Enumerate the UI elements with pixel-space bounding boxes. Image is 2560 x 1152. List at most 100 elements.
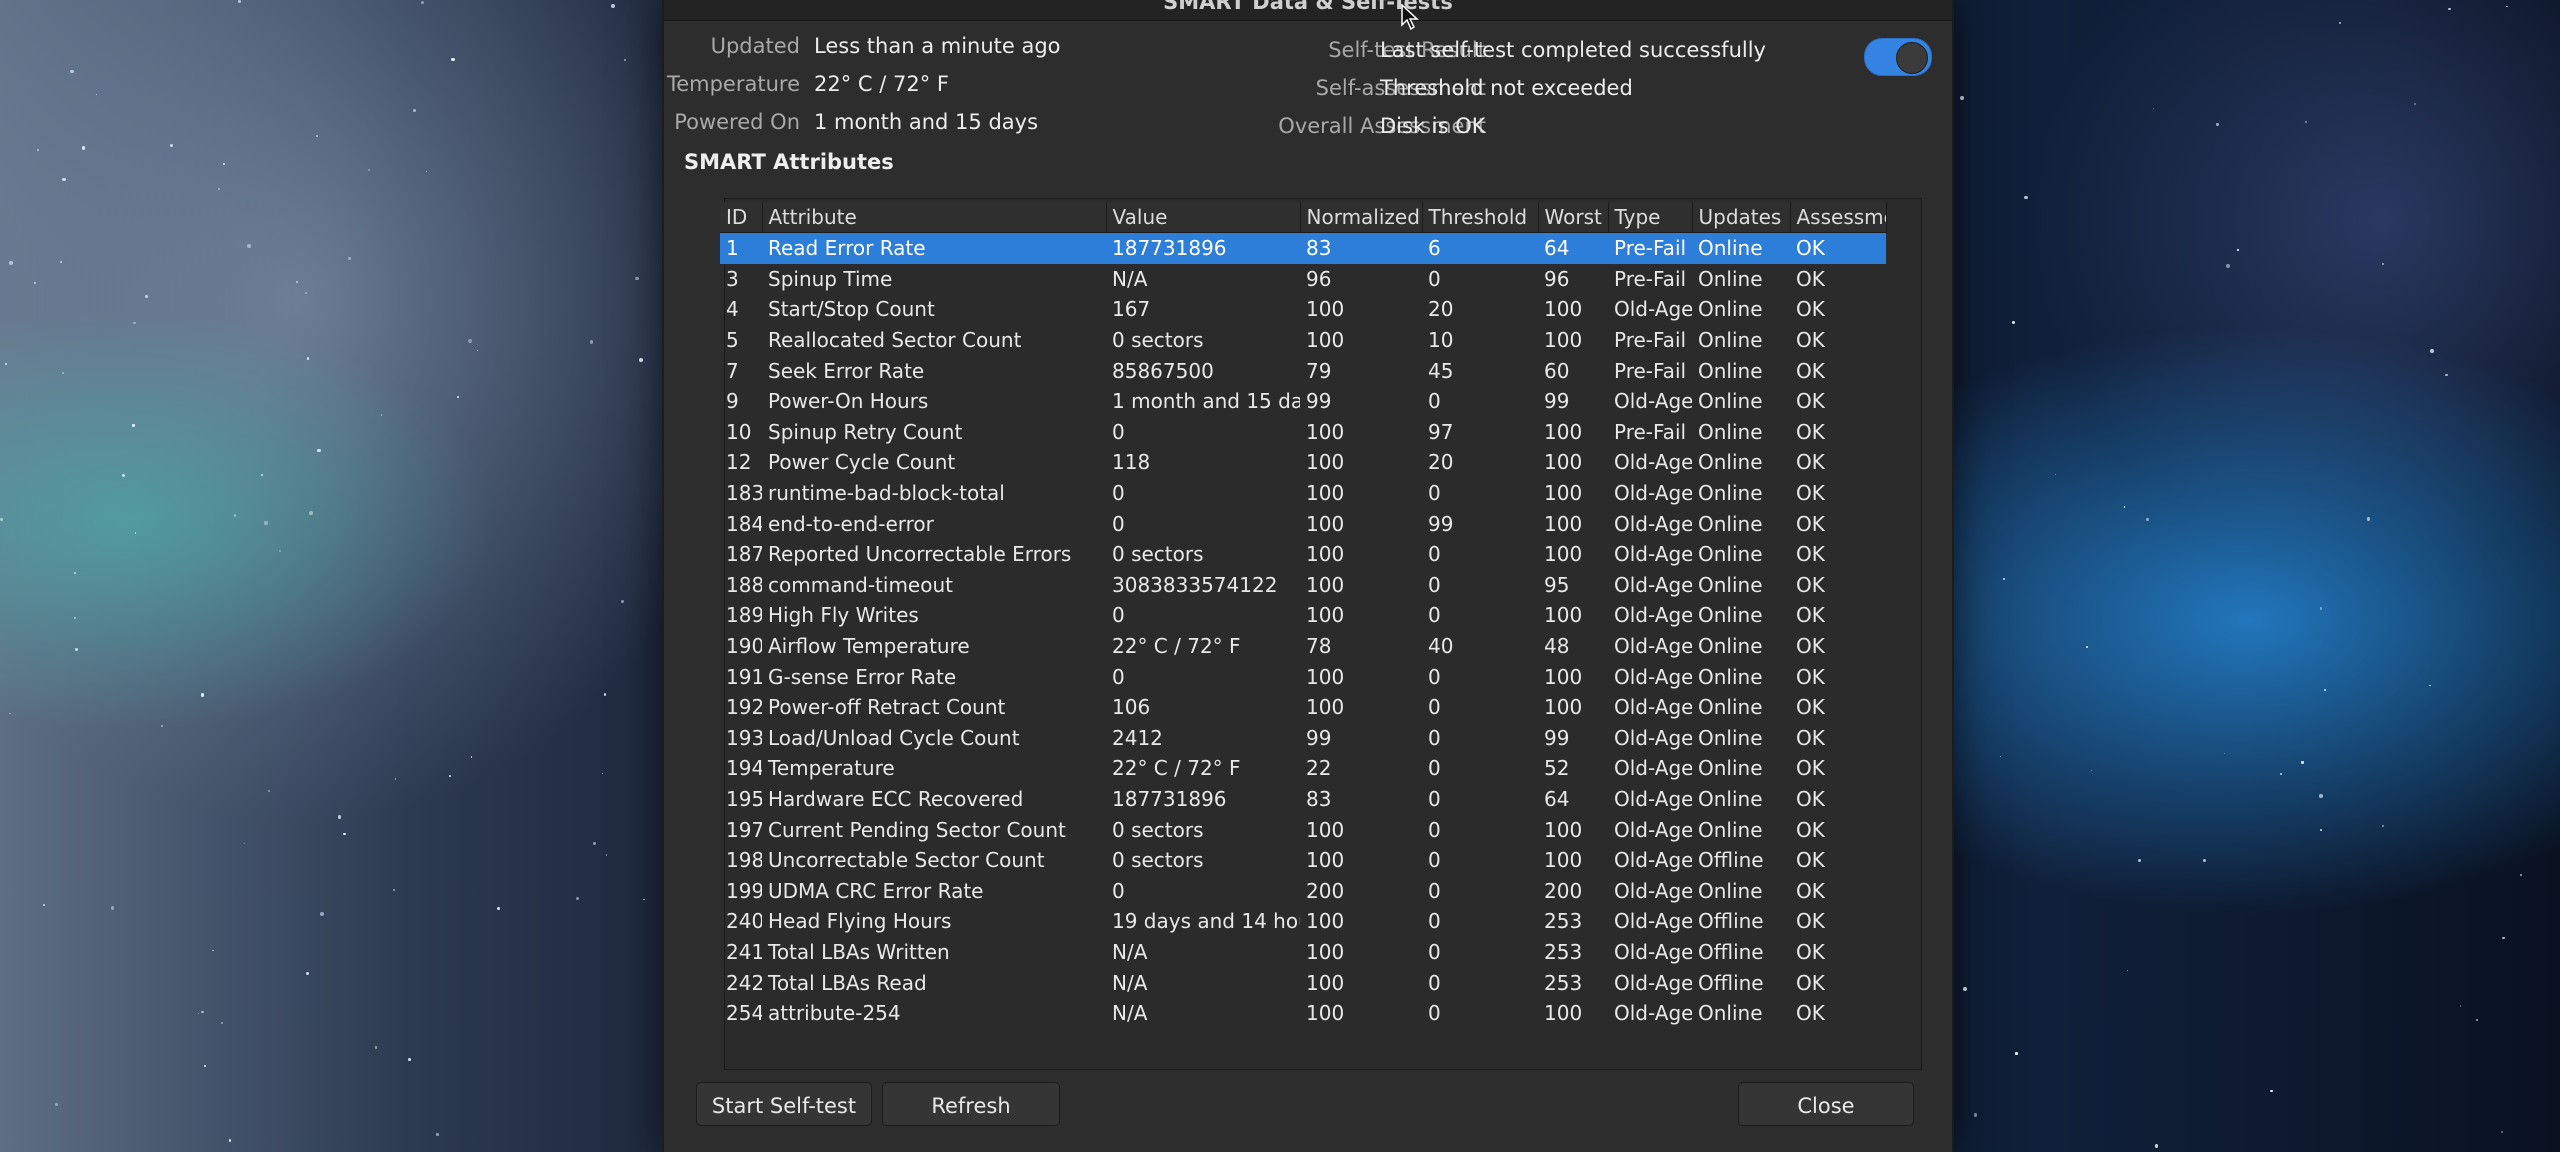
- cell-worst: 64: [1538, 232, 1608, 264]
- dialog-titlebar[interactable]: SMART Data & Self-Tests: [664, 0, 1952, 21]
- star: [1962, 987, 1967, 992]
- table-row[interactable]: 12 Power Cycle Count 118 100 20 100 Old-Age Onl…: [720, 447, 1886, 478]
- table-row[interactable]: 194 Temperature 22° C / 72° F 22 0 52 Old-Age O…: [720, 753, 1886, 784]
- cell-normalized: 83: [1300, 232, 1422, 264]
- cell-assessment: OK: [1796, 450, 1825, 475]
- column-header-assessment[interactable]: Assessment: [1790, 202, 1887, 233]
- table-row[interactable]: 187 Reported Uncorrectable Errors 0 sector…: [720, 539, 1886, 570]
- table-row[interactable]: 198 Uncorrectable Sector Count 0 sectors 10…: [720, 845, 1886, 876]
- cell-value: 85867500: [1112, 358, 1214, 383]
- table-row[interactable]: 193 Load/Unload Cycle Count 2412 99 0 99 Old-A…: [720, 723, 1886, 754]
- cell-attribute: Read Error Rate: [762, 232, 1106, 264]
- start-self-test-button[interactable]: Start Self-test: [696, 1082, 872, 1126]
- cell-threshold: 0: [1428, 542, 1441, 567]
- cell-type: Old-Age: [1614, 725, 1692, 750]
- star: [2123, 506, 2125, 508]
- table-row[interactable]: 183 runtime-bad-block-total 0 100 0 100 Old-Ag…: [720, 478, 1886, 509]
- star: [2154, 1144, 2159, 1148]
- cell-updates: Online: [1698, 817, 1763, 842]
- table-row[interactable]: 5 Reallocated Sector Count 0 sectors 100 10 1…: [720, 325, 1886, 356]
- table-row[interactable]: 7 Seek Error Rate 85867500 79 45 60 Pre-Fail On…: [720, 355, 1886, 386]
- cell-id: 191: [726, 664, 762, 689]
- star: [2414, 102, 2417, 105]
- star: [1973, 1113, 1978, 1118]
- table-row[interactable]: 197 Current Pending Sector Count 0 sectors…: [720, 814, 1886, 845]
- table-row[interactable]: 195 Hardware ECC Recovered 187731896 83 0 64 O…: [720, 784, 1886, 815]
- column-header-type[interactable]: Type: [1608, 202, 1693, 233]
- star: [110, 905, 115, 910]
- cell-value: 19 days and 14 hours: [1112, 909, 1300, 934]
- star: [75, 648, 79, 652]
- column-header-threshold[interactable]: Threshold: [1422, 202, 1539, 233]
- cell-id: 190: [726, 634, 762, 659]
- cell-worst: 100: [1544, 297, 1583, 322]
- cell-updates: Online: [1698, 878, 1763, 903]
- table-row[interactable]: 188 command-timeout 3083833574122 100 0 95 Old…: [720, 570, 1886, 601]
- cell-updates: Online: [1698, 481, 1763, 506]
- cell-updates: Online: [1698, 695, 1763, 720]
- cell-worst: 100: [1544, 328, 1583, 353]
- table-row[interactable]: 192 Power-off Retract Count 106 100 0 100 Old-…: [720, 692, 1886, 723]
- column-header-value[interactable]: Value: [1106, 202, 1301, 233]
- star: [2319, 607, 2322, 610]
- star: [201, 1010, 204, 1014]
- cell-id: 193: [726, 725, 762, 750]
- table-row[interactable]: 190 Airflow Temperature 22° C / 72° F 78 40 4…: [720, 631, 1886, 662]
- star: [407, 1058, 411, 1062]
- cell-assessment: OK: [1796, 664, 1825, 689]
- cell-worst: 253: [1544, 909, 1583, 934]
- column-header-updates[interactable]: Updates: [1692, 202, 1791, 233]
- close-button[interactable]: Close: [1738, 1082, 1914, 1126]
- cell-id: 12: [726, 450, 752, 475]
- star: [295, 280, 298, 283]
- cell-threshold: 0: [1428, 1001, 1441, 1026]
- table-row[interactable]: 240Head Flying Hours 19 days and 14 hours…: [720, 906, 1886, 937]
- star: [1960, 96, 1965, 101]
- cell-threshold: 0: [1428, 817, 1441, 842]
- column-header-normalized[interactable]: Normalized: [1300, 202, 1423, 233]
- cell-type: Old-Age: [1614, 511, 1692, 536]
- table-row[interactable]: 4 Start/Stop Count 167 100 20 100 Old-Age Onlin…: [720, 294, 1886, 325]
- cell-threshold: 0: [1428, 481, 1441, 506]
- cell-updates: Offline: [1698, 970, 1764, 995]
- cell-attribute: Spinup Retry Count: [768, 419, 963, 444]
- cell-value: N/A: [1112, 939, 1148, 964]
- cell-type: Old-Age: [1614, 297, 1692, 322]
- column-header-worst[interactable]: Worst: [1538, 202, 1609, 233]
- self-test-toggle[interactable]: [1864, 38, 1932, 76]
- cell-assessment: OK: [1796, 481, 1825, 506]
- star: [467, 338, 472, 343]
- cell-value: 0: [1112, 603, 1125, 628]
- star: [2126, 969, 2129, 972]
- cell-assessment: OK: [1796, 603, 1825, 628]
- cell-threshold: 6: [1422, 232, 1538, 264]
- cell-threshold: 0: [1428, 389, 1441, 414]
- cell-threshold: 0: [1428, 878, 1441, 903]
- cell-normalized: 100: [1306, 297, 1345, 322]
- table-row[interactable]: 184 end-to-end-error 0 100 99 100 Old-Age Onlin…: [720, 508, 1886, 539]
- table-row[interactable]: 199 UDMA CRC Error Rate 0 200 0 200 Old-Age Onl…: [720, 875, 1886, 906]
- cell-id: 242: [726, 970, 762, 995]
- table-row[interactable]: 10 Spinup Retry Count 0 100 97 100 Pre-Fail Onl…: [720, 417, 1886, 448]
- cell-type: Pre-Fail: [1614, 266, 1687, 291]
- column-header-id[interactable]: ID: [720, 202, 763, 233]
- table-row[interactable]: 1 Read Error Rate 187731896 83 6 64 Pre-Fail On…: [720, 232, 1886, 264]
- star: [42, 904, 46, 907]
- table-row[interactable]: 3 Spinup Time N/A 96 0 96 Pre-Fail Online OK: [720, 264, 1886, 295]
- table-row[interactable]: 191 G-sense Error Rate 0 100 0 100 Old-Age Onli…: [720, 661, 1886, 692]
- refresh-button[interactable]: Refresh: [882, 1082, 1060, 1126]
- star: [2429, 684, 2431, 687]
- table-row[interactable]: 9Power-On Hours1 month and 15 days99099O…: [720, 386, 1886, 417]
- cell-worst: 100: [1544, 481, 1583, 506]
- table-row[interactable]: 254 attribute-254 N/A 100 0 100 Old-Age Online O…: [720, 998, 1886, 1029]
- cell-threshold: 20: [1428, 297, 1454, 322]
- table-row[interactable]: 241 Total LBAs Written N/A 100 0 253 Old-Age Of…: [720, 937, 1886, 968]
- star: [74, 617, 76, 620]
- table-row[interactable]: 189 High Fly Writes 0 100 0 100 Old-Age Online O…: [720, 600, 1886, 631]
- star: [623, 58, 626, 61]
- table-row[interactable]: 242 Total LBAs Read N/A 100 0 253 Old-Age Offli…: [720, 967, 1886, 998]
- star: [421, 1, 425, 4]
- star: [2237, 249, 2239, 251]
- cell-updates: Online: [1698, 634, 1763, 659]
- column-header-attribute[interactable]: Attribute: [762, 202, 1107, 233]
